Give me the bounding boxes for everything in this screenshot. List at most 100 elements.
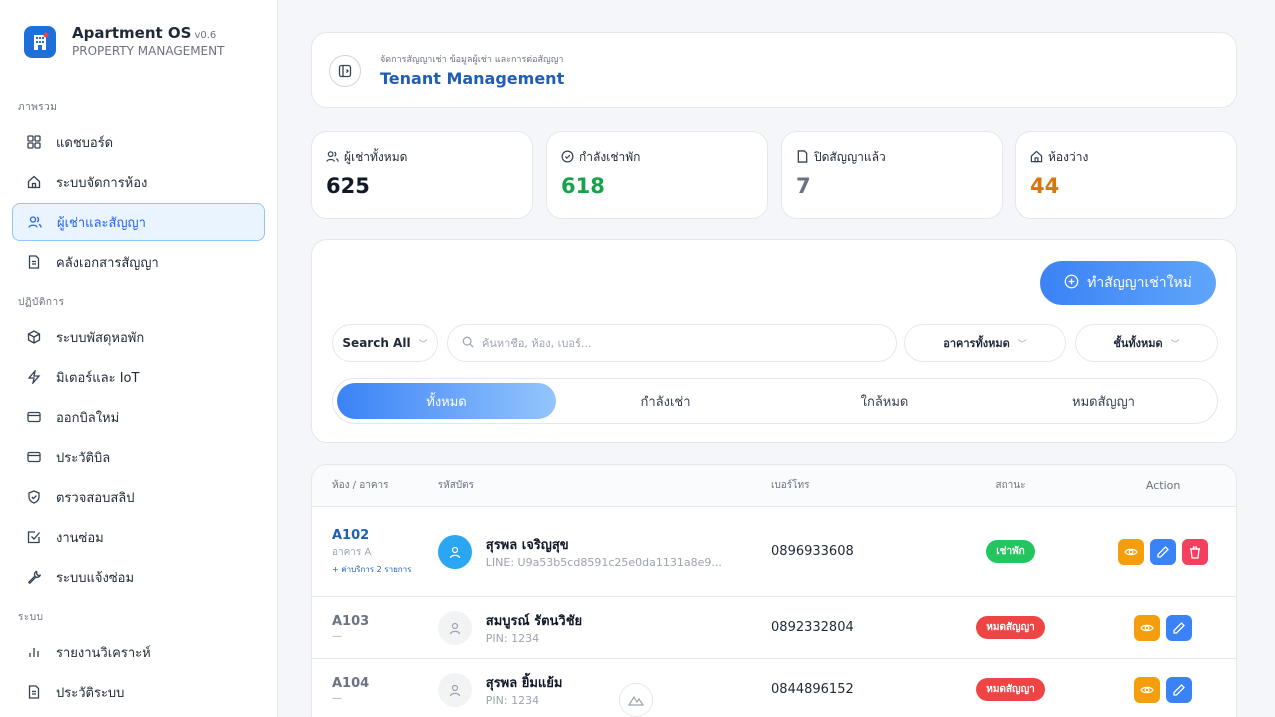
delete-button[interactable] [1182,538,1209,565]
sidebar-toggle-icon[interactable] [329,55,361,87]
search-input[interactable] [482,336,882,350]
tenant-phone: 0896933608 [771,544,854,559]
sidebar-item-bill-history[interactable]: ประวัติบิล [12,438,265,476]
floor-select-label: ชั้นทั้งหมด [1113,337,1163,350]
user-avatar-icon [437,672,472,707]
column-header-action: Action [1145,479,1181,492]
grid-icon [26,134,42,150]
table-row[interactable]: A104 — สุรพล ยิ้มแย้ม PIN: 1234 08448961… [312,659,1236,717]
new-contract-button[interactable]: ทำสัญญาเช่าใหม่ [1040,261,1216,305]
bolt-icon [26,369,42,385]
card-icon [26,449,42,465]
pencil-icon [1173,683,1186,696]
sidebar-item-rooms[interactable]: ระบบจัดการห้อง [12,163,265,201]
table-header: ห้อง / อาคาร รหัสบัตร เบอร์โทร สถานะ Act… [312,465,1236,507]
search-box[interactable] [447,324,897,362]
sidebar-item-parcels[interactable]: ระบบพัสดุหอพัก [12,318,265,356]
edit-button[interactable] [1150,538,1177,565]
checkbox-icon [26,529,42,545]
column-header-status: สถานะ [995,480,1026,491]
package-icon [26,329,42,345]
tenant-id: LINE: U9a53b5cd8591c25e0da1131a8e9... [485,556,722,569]
home-icon [1030,150,1048,166]
app-version: v0.6 [194,30,217,41]
tab-expiring[interactable]: ใกล้หมด [775,383,994,419]
search-icon [462,336,474,351]
sidebar-item-new-bill[interactable]: ออกบิลใหม่ [12,398,265,436]
sidebar-item-system-log[interactable]: ประวัติระบบ [12,673,265,711]
floor-select[interactable]: ชั้นทั้งหมด ﹀ [1075,324,1218,362]
status-badge: หมดสัญญา [976,616,1045,639]
stat-value: 44 [1030,174,1060,198]
new-contract-label: ทำสัญญาเช่าใหม่ [1087,275,1192,291]
view-button[interactable] [1118,538,1145,565]
status-badge: เช่าพัก [986,540,1035,563]
room-number[interactable]: A103 [332,614,438,629]
stat-value: 625 [326,174,370,198]
room-number[interactable]: A104 [332,676,438,691]
edit-button[interactable] [1166,614,1193,641]
sidebar-item-label: งานซ่อม [56,530,104,546]
section-label-operations: ปฏิบัติการ [18,297,65,308]
extra-services: + ค่าบริการ 2 รายการ [332,564,412,574]
edit-button[interactable] [1166,676,1193,703]
page-title: Tenant Management [380,69,565,88]
column-header-id: รหัสบัตร [437,480,475,491]
view-button[interactable] [1134,614,1161,641]
room-number[interactable]: A102 [332,528,438,543]
stat-card-active-tenants: กำลังเช่าพัก 618 [546,131,768,219]
table-row[interactable]: A103 — สมบูรณ์ รัตนวิชัย PIN: 1234 08923… [312,597,1236,659]
eye-icon [1124,548,1138,555]
card-icon [26,409,42,425]
sidebar-item-label: ระบบแจ้งซ่อม [56,570,135,586]
sidebar-item-label: คลังเอกสารสัญญา [56,255,159,271]
tab-active[interactable]: กำลังเช่า [556,383,775,419]
section-label-system: ระบบ [18,612,44,623]
search-scope-label: Search All [342,336,411,350]
tab-all[interactable]: ทั้งหมด [337,383,556,419]
sidebar-item-label: ผู้เช่าและสัญญา [57,215,146,231]
user-avatar-icon [437,610,472,645]
stat-label: กำลังเช่าพัก [579,150,641,164]
view-button[interactable] [1134,676,1161,703]
pencil-icon [1157,545,1170,558]
check-circle-icon [561,150,579,166]
eye-icon [1140,624,1154,631]
tenant-name: สมบูรณ์ รัตนวิชัย [485,614,583,629]
search-scope-select[interactable]: Search All ﹀ [332,324,438,362]
sidebar-item-slip-check[interactable]: ตรวจสอบสลิป [12,478,265,516]
filter-panel: ทำสัญญาเช่าใหม่ Search All ﹀ อาคารทั้งหมด… [311,239,1237,443]
sidebar-item-dashboard[interactable]: แดชบอร์ด [12,123,265,161]
sidebar-item-reports[interactable]: รายงานวิเคราะห์ [12,633,265,671]
stat-label: ห้องว่าง [1048,150,1089,164]
app-title: Apartment OS v0.6 [72,24,217,42]
app-subtitle: PROPERTY MANAGEMENT [72,44,225,58]
sidebar-item-label: ตรวจสอบสลิป [56,490,135,506]
wrench-icon [26,569,42,585]
sidebar-item-meters[interactable]: มิเตอร์และ IoT [12,358,265,396]
users-icon [27,214,43,230]
status-tabs: ทั้งหมด กำลังเช่า ใกล้หมด หมดสัญญา [332,378,1218,424]
plus-circle-icon [1064,274,1087,293]
sidebar-item-contracts[interactable]: คลังเอกสารสัญญา [12,243,265,281]
sidebar-item-repairs[interactable]: งานซ่อม [12,518,265,556]
table-row[interactable]: A102 อาคาร A + ค่าบริการ 2 รายการ สุรพล … [312,507,1236,597]
sidebar-item-repair-requests[interactable]: ระบบแจ้งซ่อม [12,558,265,596]
section-label-overview: ภาพรวม [18,102,58,113]
bar-chart-icon [26,644,42,660]
building-logo-icon [24,26,56,58]
tenant-name: สุรพล ยิ้มแย้ม [485,676,563,691]
building-select[interactable]: อาคารทั้งหมด ﹀ [904,324,1066,362]
main-content: จัดการสัญญาเช่า ข้อมูลผู้เช่า และการต่อส… [278,0,1275,717]
eye-icon [1140,686,1154,693]
stat-value: 7 [796,174,811,198]
sidebar-item-label: ระบบจัดการห้อง [56,175,148,191]
pencil-icon [1173,621,1186,634]
sidebar-item-label: ประวัติระบบ [56,685,125,701]
chevron-down-icon: ﹀ [1170,339,1180,350]
sidebar-item-tenants[interactable]: ผู้เช่าและสัญญา [12,203,265,241]
tab-expired[interactable]: หมดสัญญา [994,383,1213,419]
stat-card-total-tenants: ผู้เช่าทั้งหมด 625 [311,131,533,219]
tenant-name: สุรพล เจริญสุข [485,538,569,553]
mountain-icon[interactable] [619,683,653,717]
